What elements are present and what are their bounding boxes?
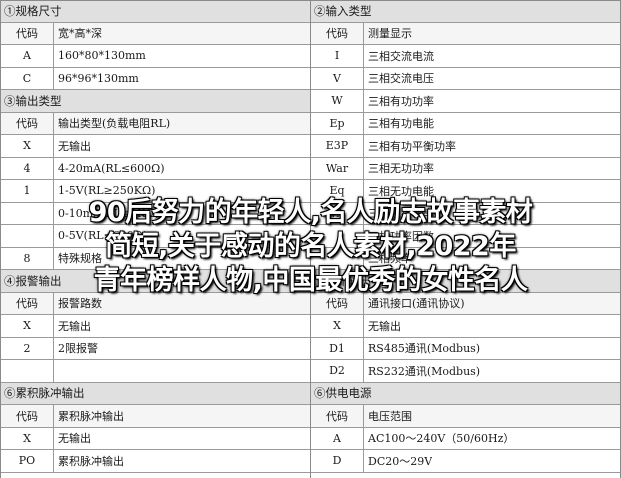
- table-header-row: 代码 累积脉冲输出: [1, 405, 310, 428]
- table-row: A 160*80*130mm: [1, 45, 310, 68]
- description-cell: 无输出: [58, 319, 91, 333]
- table-row: 4 4-20mA(RL≤600Ω): [1, 157, 310, 180]
- description-cell: AC100～240V（50/60Hz）: [368, 432, 515, 446]
- code-cell: A: [1, 45, 54, 67]
- table-row: E3P 三相有功平衡功率: [311, 135, 620, 158]
- description-cell: 三相交流电流: [368, 49, 434, 63]
- code-cell: Ep: [311, 112, 364, 134]
- description-cell: 三相交流电压: [368, 72, 434, 86]
- table-row: X 无输出: [1, 315, 310, 338]
- description-cell: RS485通讯(Modbus): [368, 342, 481, 356]
- table-row: 2 2限报警: [1, 337, 310, 360]
- description-cell: 2限报警: [58, 342, 98, 356]
- spec-sheet: ①规格尺寸 代码 宽*高*深 A 160*80*130mm C 96*96*130mm ③输出…: [0, 0, 621, 478]
- description-cell: 无输出: [368, 319, 401, 333]
- code-cell: C: [1, 67, 54, 89]
- table-header-row: 代码 电压范围: [311, 405, 620, 428]
- description-cell: RS232通讯(Modbus): [368, 364, 481, 378]
- table-row: D DC20～29V: [311, 450, 620, 473]
- table-row: W 三相有功功率: [311, 90, 620, 113]
- table-row: X 无输出: [311, 315, 620, 338]
- code-cell: 代码: [1, 112, 54, 134]
- code-cell: D1: [311, 337, 364, 359]
- code-cell: 代码: [1, 22, 54, 44]
- code-cell: X: [1, 315, 54, 337]
- code-cell: X: [1, 135, 54, 157]
- code-cell: 2: [1, 337, 54, 359]
- code-cell: D2: [311, 360, 364, 382]
- table-row: I 三相交流电流: [311, 45, 620, 68]
- section-title: ③输出类型: [1, 90, 310, 113]
- code-cell: [1, 360, 54, 382]
- table-header-row: 代码 输出类型(负载电阻RL): [1, 112, 310, 135]
- code-cell: 代码: [311, 22, 364, 44]
- table-row: Ep 三相有功电能: [311, 112, 620, 135]
- code-cell: PO: [1, 450, 54, 472]
- description-cell: 4-20mA(RL≤600Ω): [58, 161, 165, 175]
- description-cell: 无输出: [58, 139, 91, 153]
- description-cell: 报警路数: [58, 297, 102, 311]
- section-title: ②输入类型: [311, 0, 620, 23]
- code-cell: I: [311, 45, 364, 67]
- description-cell: 三相无功功率: [368, 162, 434, 176]
- description-cell: 宽*高*深: [58, 27, 102, 41]
- section-title: ⑥累积脉冲输出: [1, 382, 310, 405]
- code-cell: W: [311, 90, 364, 112]
- description-cell: 电压范围: [368, 409, 412, 423]
- description-cell: 累积脉冲输出: [58, 454, 124, 468]
- description-cell: 输出类型(负载电阻RL): [58, 117, 171, 131]
- description-cell: 160*80*130mm: [58, 49, 146, 63]
- section-title: ⑥供电电源: [311, 382, 620, 405]
- watermark-line-3: 青年榜样人物,中国最优秀的女性名人: [93, 265, 528, 296]
- table-row: [1, 360, 310, 383]
- table-row: C 96*96*130mm: [1, 67, 310, 90]
- code-cell: 4: [1, 157, 54, 179]
- code-cell: D: [311, 450, 364, 472]
- description-cell: 无输出: [58, 432, 91, 446]
- table-header-row: 代码 宽*高*深: [1, 22, 310, 45]
- description-cell: 测量显示: [368, 27, 412, 41]
- table-header-row: 代码 测量显示: [311, 22, 620, 45]
- table-row: War 三相无功功率: [311, 157, 620, 180]
- section-title: ①规格尺寸: [1, 0, 310, 23]
- description-cell: 累积脉冲输出: [58, 409, 124, 423]
- code-cell: X: [1, 427, 54, 449]
- code-cell: 代码: [1, 405, 54, 427]
- table-row: X 无输出: [1, 427, 310, 450]
- table-row: X 无输出: [1, 135, 310, 158]
- description-cell: 三相有功功率: [368, 94, 434, 108]
- description-cell: DC20～29V: [368, 454, 433, 468]
- code-cell: E3P: [311, 135, 364, 157]
- table-row: D1 RS485通讯(Modbus): [311, 337, 620, 360]
- description-cell: 三相有功电能: [368, 117, 434, 131]
- table-row: V 三相交流电压: [311, 67, 620, 90]
- table-row: D2 RS232通讯(Modbus): [311, 360, 620, 383]
- description-cell: 96*96*130mm: [58, 71, 139, 85]
- table-row: PO 累积脉冲输出: [1, 450, 310, 473]
- table-row: A AC100～240V（50/60Hz）: [311, 427, 620, 450]
- description-cell: 通讯接口(通讯协议): [368, 297, 465, 311]
- code-cell: A: [311, 427, 364, 449]
- code-cell: X: [311, 315, 364, 337]
- description-cell: 三相有功平衡功率: [368, 139, 456, 153]
- code-cell: War: [311, 157, 364, 179]
- code-cell: V: [311, 67, 364, 89]
- code-cell: 代码: [311, 405, 364, 427]
